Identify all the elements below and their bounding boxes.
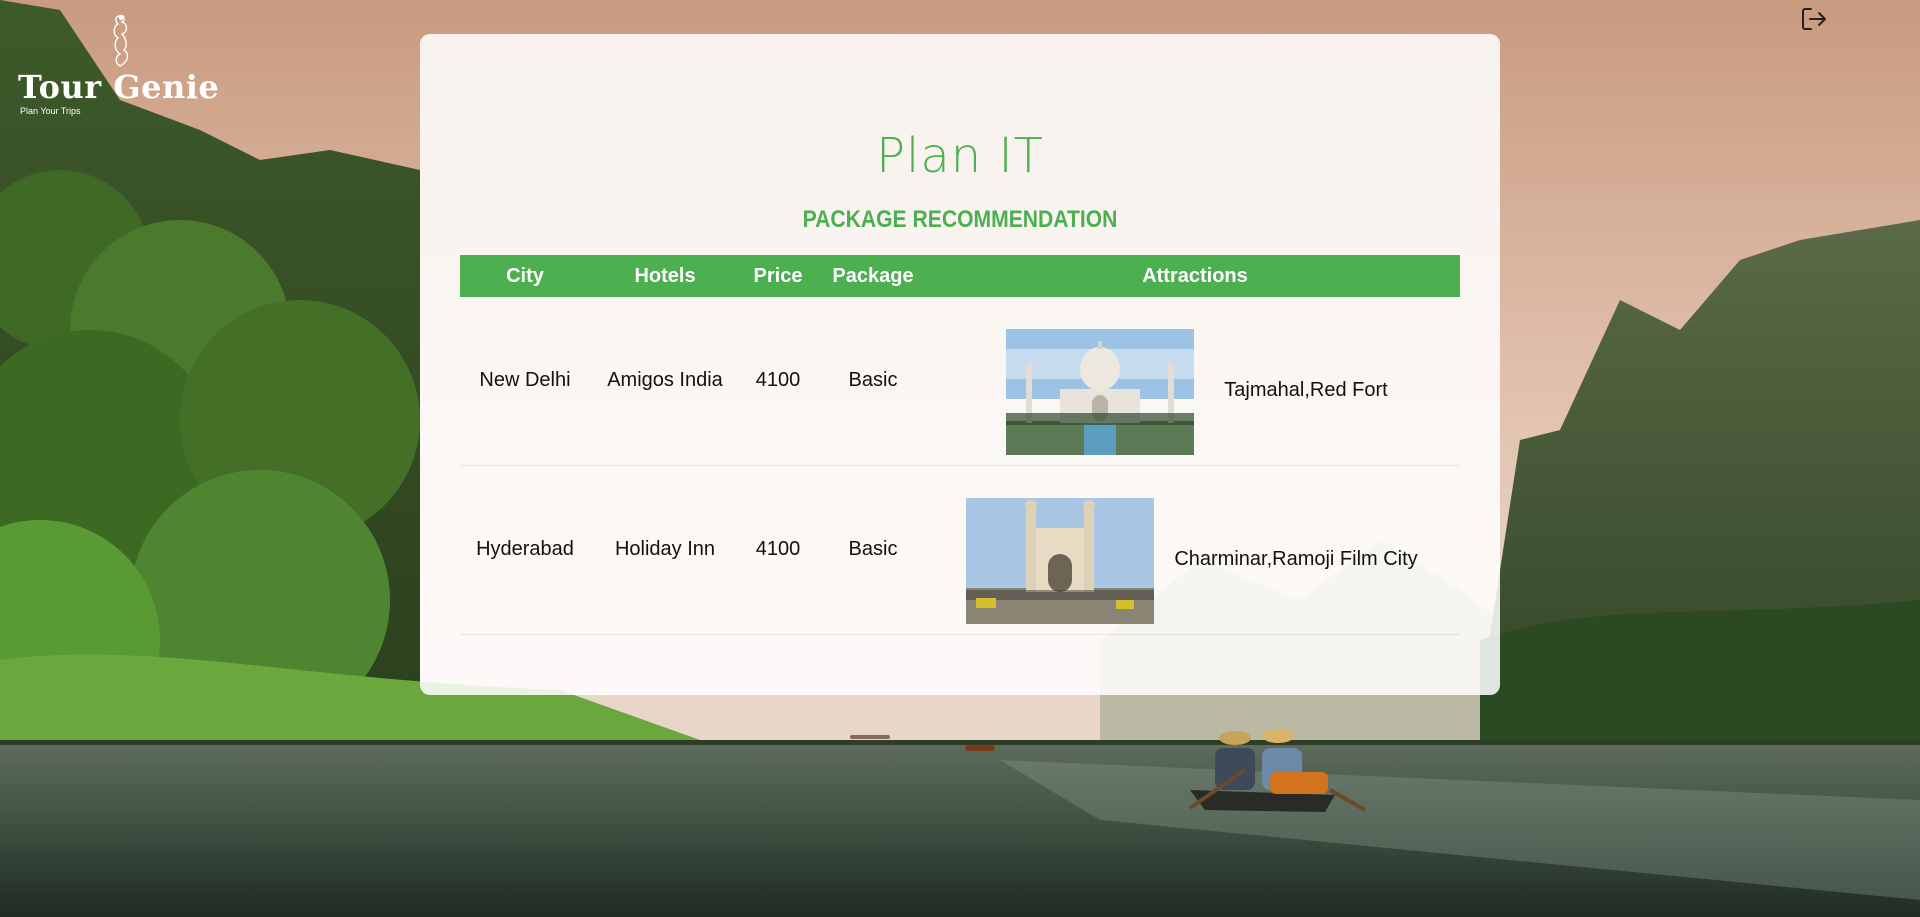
cell-attractions: Tajmahal,Red Fort [1224,379,1388,401]
cell-hotel: Amigos India [607,369,723,391]
page-title: Plan IT [876,128,1044,184]
cell-hotel: Holiday Inn [614,538,716,560]
logout-icon [1802,8,1826,30]
cell-price: 4100 [755,369,801,391]
column-header-hotels: Hotels [634,265,696,287]
section-title: PACKAGE RECOMMENDATION [802,206,1118,233]
cell-attractions: Charminar,Ramoji Film City [1174,548,1418,570]
column-header-package: Package [832,265,914,287]
brand-name: Tour Genie [18,68,220,106]
column-header-price: Price [753,265,803,287]
column-header-city: City [506,265,544,287]
table-row: New Delhi Amigos India 4100 Basic Tajmah… [460,297,1460,466]
recommendation-panel: Plan IT PACKAGE RECOMMENDATION City Hote… [420,34,1500,695]
cell-city: Hyderabad [476,538,574,560]
brand-tagline: Plan Your Trips [20,106,81,116]
cell-city: New Delhi [479,369,571,391]
cell-package: Basic [848,538,898,560]
charminar-photo [966,498,1154,624]
column-header-attractions: Attractions [1142,265,1248,287]
brand-logo[interactable]: Tour Genie Plan Your Trips [18,12,228,116]
cell-package: Basic [848,369,898,391]
taj-mahal-photo [1006,329,1194,455]
logout-button[interactable] [1798,3,1830,35]
genie-icon [106,12,136,75]
table-row: Hyderabad Holiday Inn 4100 Basic Charmin… [460,466,1460,635]
cell-price: 4100 [755,538,801,560]
package-table: City Hotels Price Package Attractions Ne… [460,255,1460,635]
table-header: City Hotels Price Package Attractions [460,255,1460,297]
